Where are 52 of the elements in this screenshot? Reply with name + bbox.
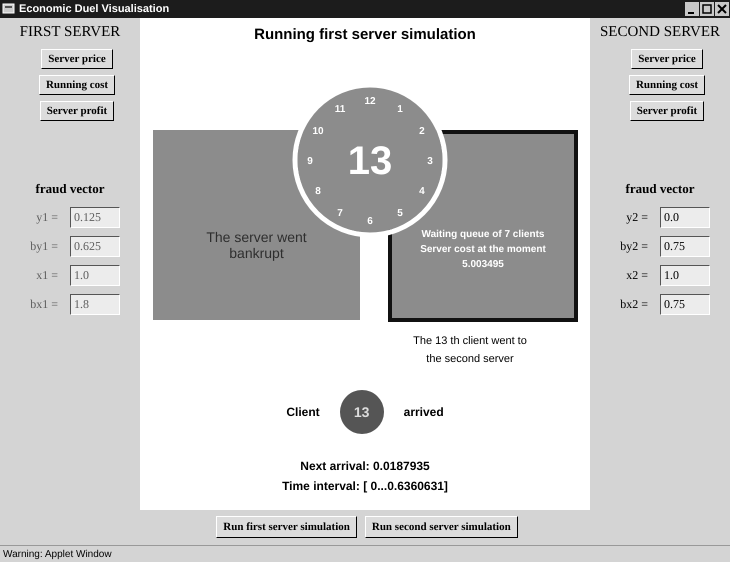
run-button[interactable]: Run first server simulation [216, 516, 357, 538]
server-status: Waiting queue of 7 clients [422, 228, 544, 242]
maximize-icon[interactable] [700, 2, 714, 16]
dial-number: 5 [397, 208, 403, 219]
field-label: y1 = [35, 210, 59, 225]
status-bar: Warning: Applet Window [0, 545, 730, 562]
panel-button[interactable]: Server price [631, 48, 703, 69]
panel-heading: SECOND SERVER [600, 24, 720, 41]
dial-number: 7 [337, 208, 343, 219]
client-label: arrived [404, 404, 444, 419]
dial-number: 11 [334, 104, 346, 115]
field-label: by2 = [619, 238, 649, 254]
close-icon[interactable] [715, 2, 729, 16]
input-field[interactable]: 0.75 [660, 236, 710, 257]
minimize-icon[interactable] [685, 2, 699, 16]
dial-number: 6 [367, 216, 373, 227]
dial-number: 10 [312, 126, 324, 137]
client-ball: 13 [340, 390, 384, 434]
server-status: bankrupt [229, 244, 284, 261]
field-label: bx1 = [29, 296, 59, 312]
input-field[interactable]: 0.0 [660, 206, 710, 228]
section-title: fraud vector [36, 180, 104, 197]
clock-number: 13 [348, 138, 392, 183]
field-label: bx2 = [619, 296, 649, 312]
app-icon [2, 2, 15, 16]
field-label: x2 = [625, 268, 649, 283]
server-status: The server went [206, 228, 307, 245]
simulation-title: Running first server simulation [253, 26, 477, 43]
dial-number: 4 [419, 186, 425, 197]
panel-button[interactable]: Server profit [630, 100, 704, 121]
window-title: Economic Duel Visualisation [19, 2, 170, 15]
client-message: The 13 th client went to the second server [412, 334, 528, 367]
field-label: by1 = [29, 238, 59, 254]
dial-number: 9 [307, 156, 313, 167]
client-label: Client [286, 404, 320, 419]
field-label: x1 = [35, 268, 59, 283]
dial-number: 2 [419, 126, 425, 137]
run-button[interactable]: Run second server simulation [364, 516, 518, 538]
section-title: fraud vector [626, 180, 694, 197]
input-field[interactable]: 1.0 [660, 264, 710, 286]
field-label: y2 = [625, 210, 649, 225]
dial-number: 8 [315, 186, 321, 197]
panel-heading: FIRST SERVER [20, 24, 120, 41]
next-arrival: Next arrival: 0.0187935 [300, 458, 430, 475]
dial-number: 1 [397, 104, 403, 115]
dial-number: 12 [364, 96, 376, 107]
panel-button[interactable]: Running cost [628, 74, 706, 95]
server-status: 5.003495 [462, 258, 504, 272]
dial-number: 3 [427, 156, 433, 167]
input-field[interactable]: 0.75 [660, 294, 710, 315]
server-status: Server cost at the moment [420, 243, 546, 258]
time-interval: Time interval: [ 0...0.6360631] [282, 478, 448, 495]
